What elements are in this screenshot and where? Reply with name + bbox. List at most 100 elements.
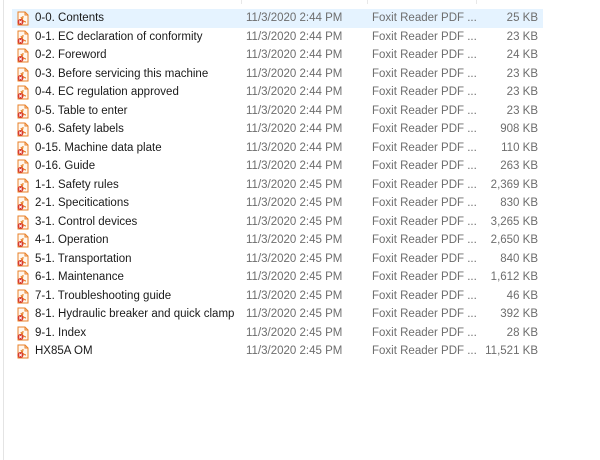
file-type: Foxit Reader PDF ...	[372, 308, 477, 320]
file-size: 24 KB	[506, 49, 538, 61]
file-row[interactable]: HX85A OM 11/3/2020 2:45 PM Foxit Reader …	[12, 342, 543, 361]
foxit-pdf-icon	[16, 252, 30, 267]
file-date-modified: 11/3/2020 2:45 PM	[246, 289, 343, 302]
file-date-modified: 11/3/2020 2:45 PM	[246, 271, 343, 283]
file-name: 0-16. Guide	[35, 160, 96, 172]
file-type: Foxit Reader PDF ...	[372, 345, 477, 357]
file-type: Foxit Reader PDF ...	[372, 160, 477, 172]
foxit-pdf-icon	[16, 85, 30, 100]
file-type: Foxit Reader PDF ...	[372, 67, 477, 80]
file-date-modified: 11/3/2020 2:44 PM	[246, 123, 343, 135]
file-name: 6-1. Maintenance	[35, 271, 124, 283]
file-row[interactable]: 4-1. Operation 11/3/2020 2:45 PM Foxit R…	[12, 231, 543, 250]
file-date-modified: 11/3/2020 2:45 PM	[246, 234, 343, 246]
foxit-pdf-icon	[16, 289, 30, 304]
file-type: Foxit Reader PDF ...	[372, 49, 477, 61]
file-size: 23 KB	[506, 104, 538, 117]
column-separator[interactable]	[476, 0, 477, 4]
file-date-modified: 11/3/2020 2:44 PM	[246, 104, 343, 117]
file-name: 0-0. Contents	[35, 12, 105, 24]
file-date-modified: 11/3/2020 2:44 PM	[246, 141, 343, 154]
file-name: 9-1. Index	[35, 326, 87, 339]
column-separator[interactable]	[367, 0, 368, 4]
file-type: Foxit Reader PDF ...	[372, 197, 477, 209]
file-size: 263 KB	[500, 160, 538, 172]
file-name: 8-1. Hydraulic breaker and quick clamp	[35, 308, 235, 320]
file-name: 0-15. Machine data plate	[35, 141, 162, 154]
file-size: 830 KB	[500, 197, 538, 209]
foxit-pdf-icon	[16, 344, 30, 359]
file-size: 2,369 KB	[490, 178, 538, 191]
foxit-pdf-icon	[16, 307, 30, 322]
foxit-pdf-icon	[16, 122, 30, 137]
file-row[interactable]: 6-1. Maintenance 11/3/2020 2:45 PM Foxit…	[12, 268, 543, 287]
file-row[interactable]: 1-1. Safety rules 11/3/2020 2:45 PM Foxi…	[12, 176, 543, 195]
file-type: Foxit Reader PDF ...	[372, 86, 477, 98]
file-row[interactable]: 0-16. Guide 11/3/2020 2:44 PM Foxit Read…	[12, 157, 543, 176]
file-name: 4-1. Operation	[35, 234, 109, 246]
file-size: 110 KB	[501, 141, 538, 154]
file-row[interactable]: 5-1. Transportation 11/3/2020 2:45 PM Fo…	[12, 250, 543, 269]
file-date-modified: 11/3/2020 2:45 PM	[246, 252, 343, 265]
file-date-modified: 11/3/2020 2:45 PM	[246, 215, 343, 228]
file-row[interactable]: 0-5. Table to enter 11/3/2020 2:44 PM Fo…	[12, 102, 543, 121]
file-name: 0-2. Foreword	[35, 49, 107, 61]
file-date-modified: 11/3/2020 2:45 PM	[246, 308, 343, 320]
file-row[interactable]: 8-1. Hydraulic breaker and quick clamp 1…	[12, 305, 543, 324]
file-name: 0-4. EC regulation approved	[35, 86, 179, 98]
file-name: 2-1. Specitications	[35, 197, 129, 209]
foxit-pdf-icon	[16, 159, 30, 174]
file-name: 5-1. Transportation	[35, 252, 132, 265]
foxit-pdf-icon	[16, 48, 30, 63]
file-size: 840 KB	[500, 252, 538, 265]
file-date-modified: 11/3/2020 2:45 PM	[246, 178, 343, 191]
column-separator[interactable]	[241, 0, 242, 4]
file-date-modified: 11/3/2020 2:44 PM	[246, 49, 343, 61]
file-date-modified: 11/3/2020 2:44 PM	[246, 67, 343, 80]
file-type: Foxit Reader PDF ...	[372, 289, 477, 302]
file-name: 0-1. EC declaration of conformity	[35, 30, 203, 43]
file-row[interactable]: 0-0. Contents 11/3/2020 2:44 PM Foxit Re…	[12, 9, 543, 28]
file-row[interactable]: 3-1. Control devices 11/3/2020 2:45 PM F…	[12, 213, 543, 232]
file-type: Foxit Reader PDF ...	[372, 215, 477, 228]
file-type: Foxit Reader PDF ...	[372, 234, 477, 246]
file-row[interactable]: 0-15. Machine data plate 11/3/2020 2:44 …	[12, 139, 543, 158]
file-row[interactable]: 0-4. EC regulation approved 11/3/2020 2:…	[12, 83, 543, 102]
file-row[interactable]: 9-1. Index 11/3/2020 2:45 PM Foxit Reade…	[12, 324, 543, 343]
file-date-modified: 11/3/2020 2:44 PM	[246, 160, 343, 172]
file-type: Foxit Reader PDF ...	[372, 104, 477, 117]
file-row[interactable]: 2-1. Specitications 11/3/2020 2:45 PM Fo…	[12, 194, 543, 213]
file-name: 7-1. Troubleshooting guide	[35, 289, 172, 302]
foxit-pdf-icon	[16, 67, 30, 82]
foxit-pdf-icon	[16, 178, 30, 193]
file-row[interactable]: 7-1. Troubleshooting guide 11/3/2020 2:4…	[12, 287, 543, 306]
file-name: HX85A OM	[35, 345, 93, 357]
foxit-pdf-icon	[16, 104, 30, 119]
file-name: 3-1. Control devices	[35, 215, 138, 228]
file-size: 908 KB	[500, 123, 538, 135]
file-row[interactable]: 0-1. EC declaration of conformity 11/3/2…	[12, 28, 543, 47]
file-type: Foxit Reader PDF ...	[372, 141, 477, 154]
file-type: Foxit Reader PDF ...	[372, 252, 477, 265]
file-size: 23 KB	[506, 86, 538, 98]
file-size: 11,521 KB	[485, 345, 538, 357]
foxit-pdf-icon	[16, 141, 30, 156]
file-size: 23 KB	[506, 67, 538, 80]
file-type: Foxit Reader PDF ...	[372, 12, 477, 24]
file-date-modified: 11/3/2020 2:45 PM	[246, 197, 343, 209]
file-size: 2,650 KB	[490, 234, 538, 246]
file-row[interactable]: 0-2. Foreword 11/3/2020 2:44 PM Foxit Re…	[12, 46, 543, 65]
file-row[interactable]: 0-6. Safety labels 11/3/2020 2:44 PM Fox…	[12, 120, 543, 139]
foxit-pdf-icon	[16, 270, 30, 285]
file-date-modified: 11/3/2020 2:45 PM	[246, 326, 343, 339]
file-date-modified: 11/3/2020 2:44 PM	[246, 86, 343, 98]
file-type: Foxit Reader PDF ...	[372, 178, 477, 191]
foxit-pdf-icon	[16, 11, 30, 26]
file-size: 3,265 KB	[490, 215, 538, 228]
file-type: Foxit Reader PDF ...	[372, 123, 477, 135]
file-name: 0-3. Before servicing this machine	[35, 67, 209, 80]
file-date-modified: 11/3/2020 2:44 PM	[246, 12, 343, 24]
file-row[interactable]: 0-3. Before servicing this machine 11/3/…	[12, 65, 543, 84]
file-size: 392 KB	[500, 308, 538, 320]
file-size: 1,612 KB	[490, 271, 538, 283]
